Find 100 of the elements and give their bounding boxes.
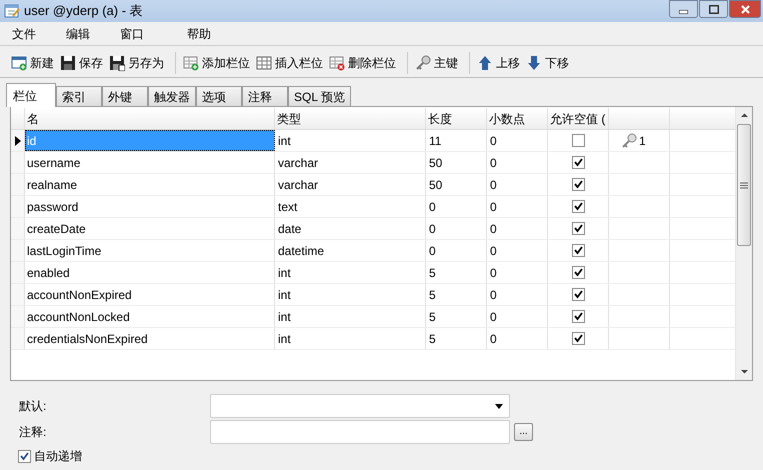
table-cell: 50	[426, 174, 487, 195]
checkbox[interactable]	[572, 156, 584, 169]
grid-icon	[256, 54, 272, 70]
checkbox[interactable]	[572, 310, 584, 323]
toolbar-button[interactable]: 插入栏位	[255, 50, 324, 74]
table-cell: int	[275, 130, 426, 151]
table-cell: realname	[25, 174, 275, 195]
table-cell: 0	[487, 240, 548, 261]
table-cell: id	[25, 130, 275, 151]
scroll-thumb[interactable]	[737, 124, 751, 246]
table-cell: 0	[487, 284, 548, 305]
tab[interactable]: 栏位	[6, 83, 56, 107]
tab[interactable]: 外键	[102, 86, 148, 106]
table-cell: username	[25, 152, 275, 173]
checkbox-label: 自动递增	[34, 448, 82, 465]
close-icon	[740, 4, 750, 14]
checkbox[interactable]	[572, 200, 584, 213]
minimize-icon	[679, 10, 688, 14]
menu-item[interactable]: 文件	[12, 24, 36, 42]
comment-field[interactable]	[210, 420, 510, 444]
table-cell: int	[275, 328, 426, 349]
table-cell: enabled	[25, 262, 275, 283]
toolbar-button[interactable]: 添加栏位	[182, 50, 251, 74]
table-cell: 0	[487, 130, 548, 151]
tab[interactable]: SQL 预览	[288, 86, 351, 106]
table-cell: 0	[426, 218, 487, 239]
table-cell: 0	[487, 152, 548, 173]
menu-item[interactable]: 帮助	[187, 24, 211, 42]
toolbar-button[interactable]: 下移	[525, 50, 570, 74]
table-cell: 5	[426, 306, 487, 327]
checkbox[interactable]	[572, 134, 584, 147]
table-cell: accountNonLocked	[25, 306, 275, 327]
checkbox[interactable]	[572, 266, 584, 279]
checkbox[interactable]	[572, 288, 584, 301]
column-header[interactable]: 名	[25, 108, 275, 129]
table-cell: date	[275, 218, 426, 239]
table-cell: 5	[426, 328, 487, 349]
window-title: user @yderp (a) - 表	[24, 2, 143, 20]
checkbox[interactable]	[572, 222, 584, 235]
grid-delete-icon	[329, 54, 345, 70]
table-cell: 0	[426, 240, 487, 261]
toolbar-button[interactable]: 保存	[59, 50, 104, 74]
table-cell: 0	[426, 196, 487, 217]
table-cell: int	[275, 306, 426, 327]
row-indicator-icon	[14, 136, 20, 146]
table-cell: 0	[487, 306, 548, 327]
table-cell: 0	[487, 196, 548, 217]
table-cell: varchar	[275, 174, 426, 195]
table-cell: accountNonExpired	[25, 284, 275, 305]
table-cell: password	[25, 196, 275, 217]
checkbox[interactable]	[572, 332, 584, 345]
tab[interactable]: 选项	[196, 86, 242, 106]
checkbox[interactable]	[572, 244, 584, 257]
grip-icon	[740, 182, 748, 188]
toolbar-button[interactable]: 另存为	[108, 50, 165, 74]
tab[interactable]: 索引	[56, 86, 102, 106]
column-header[interactable]: 允许空值 (	[548, 108, 609, 129]
table-cell: text	[275, 196, 426, 217]
minimize-button[interactable]	[669, 0, 698, 18]
up-arrow-icon	[477, 54, 493, 70]
checkbox[interactable]	[572, 178, 584, 191]
table-cell: 11	[426, 130, 487, 151]
ellipsis-button[interactable]: ...	[514, 423, 533, 441]
table-cell: int	[275, 284, 426, 305]
toolbar-button[interactable]: 新建	[10, 50, 55, 74]
column-header[interactable]: 小数点	[487, 108, 548, 129]
table-cell: 0	[487, 218, 548, 239]
table-cell: 5	[426, 262, 487, 283]
tab[interactable]: 触发器	[148, 86, 196, 106]
table-cell: datetime	[275, 240, 426, 261]
column-header[interactable]: 类型	[275, 108, 426, 129]
maximize-button[interactable]	[699, 0, 728, 18]
field-label: 注释:	[19, 424, 48, 441]
close-button[interactable]	[729, 0, 761, 18]
key-icon	[621, 132, 637, 148]
grid-plus-icon	[183, 54, 199, 70]
down-arrow-icon	[526, 54, 542, 70]
table-cell: lastLoginTime	[25, 240, 275, 261]
table-icon	[4, 3, 20, 19]
toolbar-button[interactable]: 主键	[414, 50, 459, 74]
maximize-icon	[708, 4, 718, 14]
field-label: 默认:	[19, 398, 48, 415]
table-cell: 0	[487, 262, 548, 283]
tab[interactable]: 注释	[242, 86, 288, 106]
new-table-icon	[11, 54, 27, 70]
table-cell: 50	[426, 152, 487, 173]
table-cell: credentialsNonExpired	[25, 328, 275, 349]
toolbar-button[interactable]: 删除栏位	[328, 50, 397, 74]
toolbar-button[interactable]: 上移	[476, 50, 521, 74]
table-cell: 0	[487, 328, 548, 349]
table-cell: createDate	[25, 218, 275, 239]
table-cell: int	[275, 262, 426, 283]
checkbox[interactable]	[18, 450, 31, 462]
scrollbar[interactable]	[735, 107, 752, 380]
menu-item[interactable]: 编辑	[66, 24, 90, 42]
column-header[interactable]: 长度	[426, 108, 487, 129]
menu-item[interactable]: 窗口	[120, 24, 144, 42]
row-header[interactable]	[11, 130, 25, 151]
table-cell: 5	[426, 284, 487, 305]
table-cell: 0	[487, 174, 548, 195]
